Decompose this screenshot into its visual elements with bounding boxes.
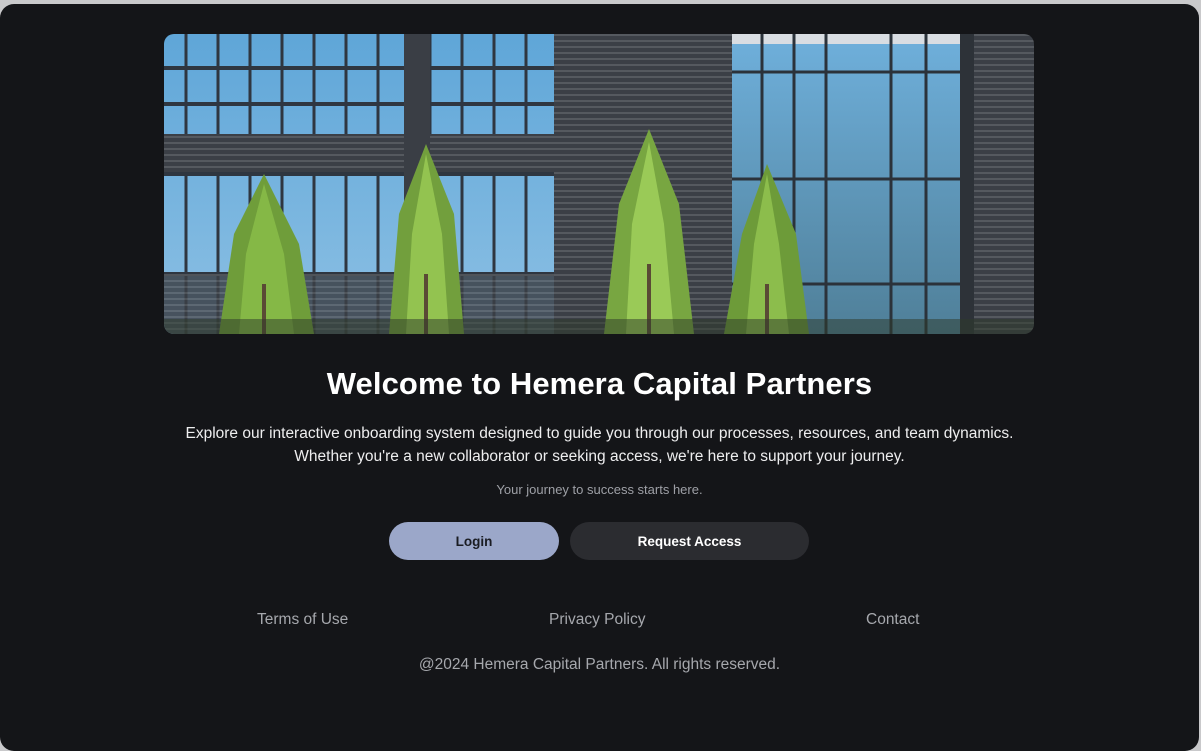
request-access-button[interactable]: Request Access [570,522,809,560]
copyright-text: @2024 Hemera Capital Partners. All right… [418,656,781,673]
intro-description-line1: Explore our interactive onboarding syste… [185,425,1014,442]
intro-description: Explore our interactive onboarding syste… [150,423,1049,468]
page-title: Welcome to Hemera Capital Partners [326,366,873,401]
app-window: Welcome to Hemera Capital Partners Explo… [0,4,1199,751]
hero-image [164,34,1034,334]
terms-of-use-link[interactable]: Terms of Use [257,611,348,629]
tagline: Your journey to success starts here. [496,482,703,497]
contact-link[interactable]: Contact [866,611,919,629]
login-button[interactable]: Login [389,522,559,560]
intro-description-line2: Whether you're a new collaborator or see… [294,447,905,465]
privacy-policy-link[interactable]: Privacy Policy [549,611,645,629]
